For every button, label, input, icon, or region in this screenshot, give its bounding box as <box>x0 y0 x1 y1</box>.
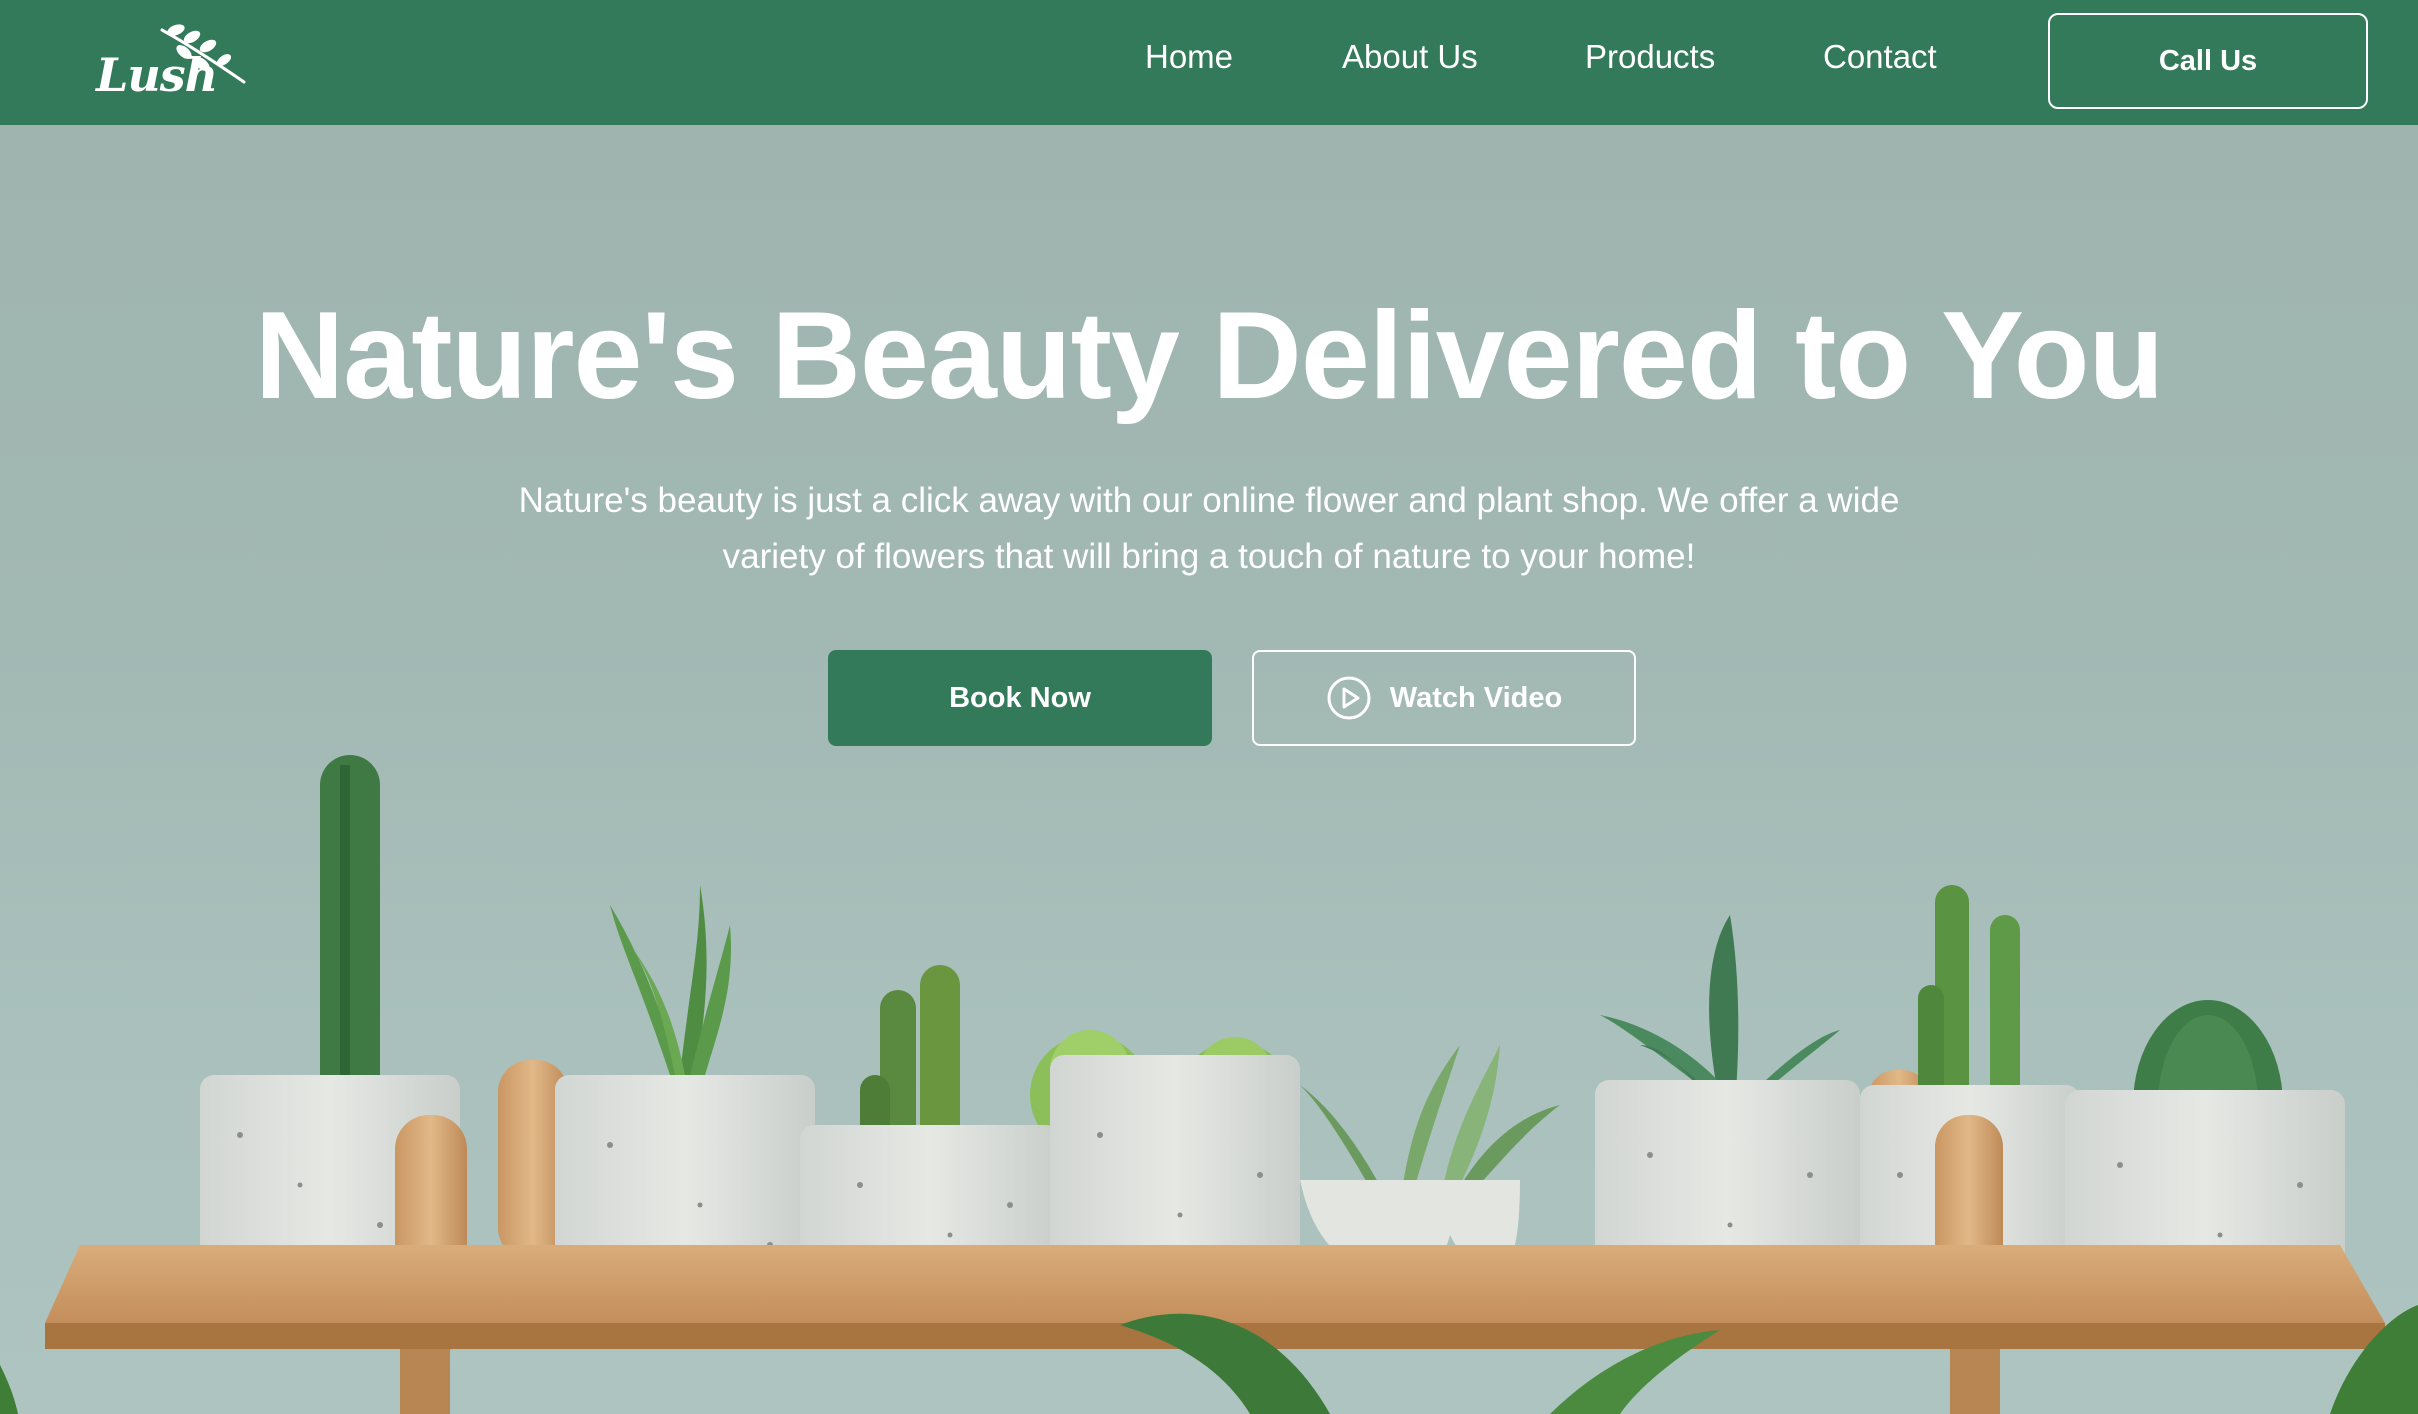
top-navbar: Lush Home About Us Products Contact Call… <box>0 0 2418 125</box>
brand-logo[interactable]: Lush <box>92 20 252 105</box>
hero-subtitle: Nature's beauty is just a click away wit… <box>518 481 1900 576</box>
watch-video-label: Watch Video <box>1389 681 1563 714</box>
nav-home-link[interactable]: Home <box>1145 38 1233 76</box>
watch-video-button[interactable]: Watch Video <box>1252 650 1636 746</box>
nav-products-link[interactable]: Products <box>1585 38 1715 76</box>
hero-title: Nature's Beauty Delivered to You <box>254 287 2165 425</box>
nav-about-link[interactable]: About Us <box>1342 38 1478 76</box>
call-us-button[interactable]: Call Us <box>2048 13 2368 109</box>
hero-section: Nature's Beauty Delivered to You Nature'… <box>0 125 2418 1414</box>
play-circle-icon <box>1327 676 1371 720</box>
book-now-button[interactable]: Book Now <box>828 650 1212 746</box>
leaf-sprig-icon <box>160 24 246 84</box>
nav-contact-link[interactable]: Contact <box>1823 38 1937 76</box>
